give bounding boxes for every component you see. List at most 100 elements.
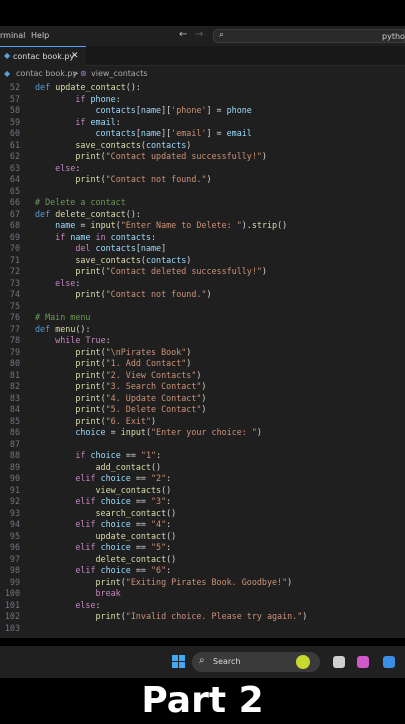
code-line[interactable]: 84 print("5. Delete Contact"): [0, 404, 405, 416]
taskbar-search-label: Search: [213, 657, 241, 666]
breadcrumb-symbol[interactable]: view_contacts: [91, 69, 148, 78]
windows-logo-icon[interactable]: [172, 655, 186, 669]
menu-help[interactable]: Help: [31, 31, 49, 40]
top-black-band: [0, 0, 405, 26]
code-line[interactable]: 86 choice = input("Enter your choice: "): [0, 427, 405, 439]
code-text: print("1. Add Contact"): [75, 358, 192, 368]
code-line[interactable]: 70 del contacts[name]: [0, 243, 405, 255]
code-text: elif choice == "6":: [75, 565, 172, 575]
code-text: else:: [55, 277, 81, 288]
code-text: elif choice == "5":: [75, 542, 172, 552]
code-line[interactable]: 67 def delete_contact():: [0, 209, 405, 221]
taskbar-search[interactable]: ⌕ Search: [192, 652, 320, 672]
line-number: 91: [9, 484, 20, 495]
line-number: 60: [9, 128, 20, 138]
app-icon[interactable]: [383, 656, 395, 668]
code-line[interactable]: 83 print("4. Update Contact"): [0, 393, 405, 405]
title-bar: rminal Help ← → ⌕ python: [0, 26, 405, 46]
code-text: print("Exiting Pirates Book. Goodbye!"): [95, 576, 293, 587]
code-line[interactable]: 68 name = input("Enter Name to Delete: "…: [0, 220, 405, 232]
code-text: delete_contact(): [95, 553, 177, 564]
copilot-icon[interactable]: [357, 656, 369, 668]
code-line[interactable]: 62 print("Contact updated successfully!"…: [0, 151, 405, 163]
back-arrow-icon[interactable]: ←: [179, 29, 187, 40]
code-line[interactable]: 92 elif choice == "3":: [0, 496, 405, 508]
code-line[interactable]: 77 def menu():: [0, 324, 405, 336]
code-line[interactable]: 81 print("2. View Contacts"): [0, 370, 405, 382]
command-center[interactable]: ⌕ python: [213, 29, 405, 43]
code-line[interactable]: 57 if phone:: [0, 94, 405, 106]
code-text: print("3. Search Contact"): [75, 381, 207, 391]
code-line[interactable]: 102 print("Invalid choice. Please try ag…: [0, 611, 405, 623]
breadcrumb-separator: >: [72, 69, 79, 78]
code-line[interactable]: 63 else:: [0, 163, 405, 175]
line-number: 85: [9, 415, 20, 426]
code-line[interactable]: 59 if email:: [0, 117, 405, 129]
code-line[interactable]: 93 search_contact(): [0, 508, 405, 520]
line-number: 94: [9, 519, 20, 529]
code-line[interactable]: 66 # Delete a contact: [0, 197, 405, 209]
forward-arrow-icon[interactable]: →: [195, 29, 203, 40]
code-line[interactable]: 88 if choice == "1":: [0, 450, 405, 462]
code-text: while True:: [55, 335, 111, 345]
code-line[interactable]: 103: [0, 623, 405, 635]
code-line[interactable]: 72 print("Contact deleted successfully!"…: [0, 266, 405, 278]
menu-terminal[interactable]: rminal: [0, 31, 25, 40]
code-line[interactable]: 85 print("6. Exit"): [0, 416, 405, 428]
line-number: 75: [9, 300, 20, 311]
line-number: 81: [9, 369, 20, 380]
code-line[interactable]: 74 print("Contact not found."): [0, 289, 405, 301]
code-line[interactable]: 97 delete_contact(): [0, 554, 405, 566]
code-line[interactable]: 96 elif choice == "5":: [0, 542, 405, 554]
line-number: 65: [9, 185, 20, 196]
code-line[interactable]: 80 print("1. Add Contact"): [0, 358, 405, 370]
code-line[interactable]: 95 update_contact(): [0, 531, 405, 543]
code-line[interactable]: 71 save_contacts(contacts): [0, 255, 405, 267]
code-text: print("Contact not found."): [75, 289, 212, 299]
code-text: contacts[name]['email'] = email: [95, 128, 252, 138]
tab-bar: ◆ contac book.py ✕: [0, 46, 405, 66]
code-text: elif choice == "3":: [75, 496, 172, 506]
task-view-icon[interactable]: [333, 656, 345, 668]
code-line[interactable]: 52 def update_contact():: [0, 82, 405, 94]
code-text: print("Contact updated successfully!"): [75, 151, 267, 161]
code-line[interactable]: 76 # Main menu: [0, 312, 405, 324]
code-line[interactable]: 64 print("Contact not found."): [0, 174, 405, 186]
code-line[interactable]: 90 elif choice == "2":: [0, 473, 405, 485]
line-number: 92: [9, 496, 20, 506]
code-line[interactable]: 94 elif choice == "4":: [0, 519, 405, 531]
line-number: 95: [9, 530, 20, 541]
line-number: 78: [9, 335, 20, 345]
code-line[interactable]: 98 elif choice == "6":: [0, 565, 405, 577]
code-line[interactable]: 79 print("\nPirates Book"): [0, 347, 405, 359]
code-text: view_contacts(): [95, 484, 172, 495]
code-editor[interactable]: 52 def update_contact(): 57 if phone: 58 co…: [0, 82, 405, 638]
code-line[interactable]: 65: [0, 186, 405, 198]
code-line[interactable]: 78 while True:: [0, 335, 405, 347]
breadcrumb: ◆ contac book.py > ⊛ view_contacts: [0, 66, 405, 82]
code-line[interactable]: 87: [0, 439, 405, 451]
code-line[interactable]: 73 else:: [0, 278, 405, 290]
code-line[interactable]: 58 contacts[name]['phone'] = phone: [0, 105, 405, 117]
code-text: def menu():: [35, 323, 91, 334]
code-text: name = input("Enter Name to Delete: ").s…: [55, 220, 288, 230]
tab-contac-book[interactable]: ◆ contac book.py ✕: [0, 46, 86, 66]
code-line[interactable]: 82 print("3. Search Contact"): [0, 381, 405, 393]
code-line[interactable]: 89 add_contact(): [0, 462, 405, 474]
code-line[interactable]: 61 save_contacts(contacts): [0, 140, 405, 152]
code-line[interactable]: 69 if name in contacts:: [0, 232, 405, 244]
code-text: def update_contact():: [35, 82, 141, 92]
breadcrumb-file[interactable]: contac book.py: [16, 69, 77, 78]
code-line[interactable]: 60 contacts[name]['email'] = email: [0, 128, 405, 140]
python-file-icon: ◆: [4, 69, 11, 78]
line-number: 63: [9, 162, 20, 173]
code-text: elif choice == "2":: [75, 473, 172, 483]
code-line[interactable]: 75: [0, 301, 405, 313]
code-line[interactable]: 100 break: [0, 588, 405, 600]
code-line[interactable]: 99 print("Exiting Pirates Book. Goodbye!…: [0, 577, 405, 589]
code-line[interactable]: 101 else:: [0, 600, 405, 612]
code-text: contacts[name]['phone'] = phone: [95, 105, 252, 115]
close-tab-icon[interactable]: ✕: [71, 51, 79, 61]
line-number: 71: [9, 254, 20, 265]
code-line[interactable]: 91 view_contacts(): [0, 485, 405, 497]
